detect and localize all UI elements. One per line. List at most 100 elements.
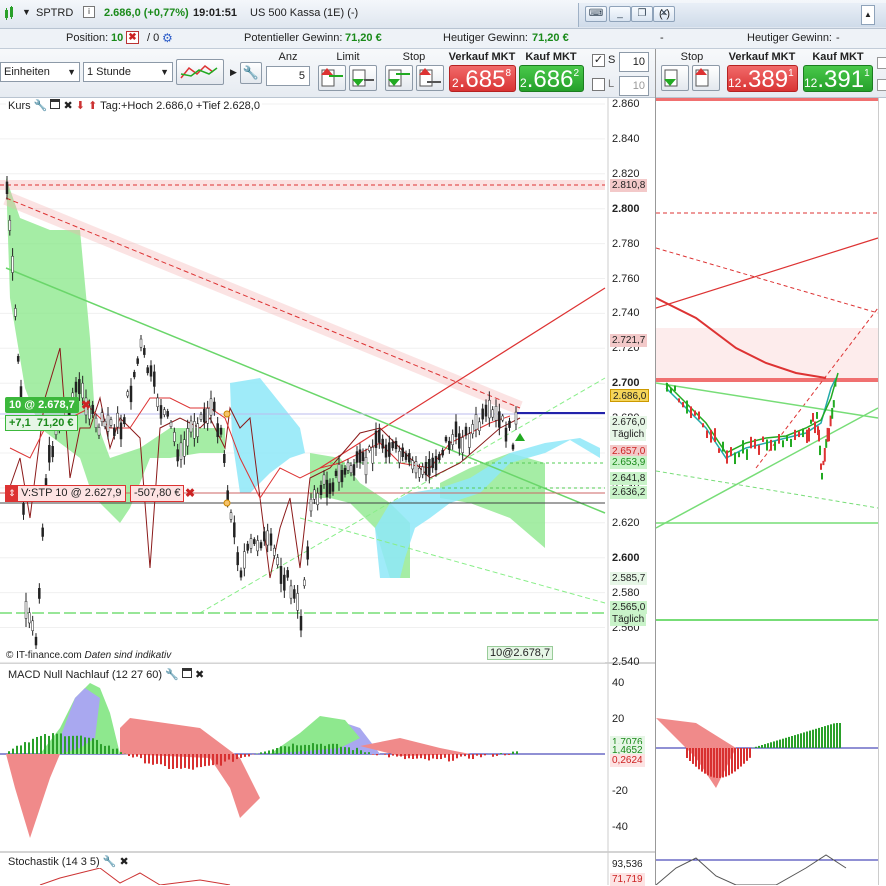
level-tag-taeglich[interactable]: Täglich (610, 428, 646, 441)
macd-bar (504, 754, 506, 755)
right-stop-sell-button[interactable] (692, 65, 720, 91)
candle (210, 399, 212, 415)
wrench-icon[interactable]: 🔧 (34, 100, 48, 112)
macd-bar (168, 754, 170, 769)
candle (247, 544, 249, 550)
info-icon[interactable]: i (83, 6, 95, 18)
limit-buy-button[interactable] (318, 65, 346, 91)
second-window-tab[interactable]: ⌨ _ ❐ ✕ (-) ▲ (578, 3, 886, 27)
macd-bar (749, 748, 751, 758)
candle (492, 410, 494, 417)
close-icon[interactable]: ✖ (195, 669, 204, 681)
current-price-tag[interactable]: 2.686,0 (610, 389, 649, 402)
candle (478, 422, 480, 431)
right-l-checkbox[interactable] (877, 79, 886, 91)
dashed-trendline[interactable] (656, 248, 878, 313)
dropdown-arrow-icon[interactable]: ▼ (22, 7, 31, 17)
indicator-button[interactable] (176, 59, 224, 85)
position-tag[interactable]: 10 @ 2.678,7 (5, 397, 79, 413)
entry-marker[interactable] (224, 411, 230, 417)
keyboard-icon[interactable]: ⌨ (585, 6, 607, 22)
right-stop-buy-button[interactable] (661, 65, 689, 91)
level-tag-2721[interactable]: 2.721,7 (610, 334, 647, 347)
interval-select[interactable]: 1 Stunde▼ (83, 62, 173, 82)
stop-checkbox[interactable]: ✓ (592, 54, 605, 67)
buy-market-button[interactable]: 2.6862 (519, 65, 584, 92)
macd-bar (304, 745, 306, 754)
level-tag-2636[interactable]: 2.636,2 (610, 486, 647, 499)
right-sell-market-button[interactable]: 12.3891 (727, 65, 798, 92)
candle (372, 447, 374, 463)
candle (290, 586, 292, 598)
candle (25, 601, 27, 618)
expand-arrow-icon[interactable]: ▶ (230, 67, 237, 78)
second-chart[interactable] (655, 98, 886, 885)
level-tag-2585[interactable]: 2.585,7 (610, 572, 647, 585)
candle (828, 428, 830, 441)
l-input[interactable]: 10 (619, 76, 649, 96)
right-s-checkbox[interactable] (877, 57, 886, 69)
macd-bar (356, 748, 358, 754)
stop-order-tag[interactable]: ⇕ V:STP 10 @ 2.627,9 (5, 485, 126, 502)
green-trendline[interactable] (656, 408, 878, 528)
restore-icon[interactable]: ❐ (631, 6, 653, 22)
symbol-label[interactable]: SPTRD (36, 7, 73, 19)
macd-bar (384, 754, 386, 755)
macd-bar (440, 754, 442, 759)
s-input[interactable]: 10 (619, 52, 649, 72)
minimize-icon[interactable]: _ (609, 6, 631, 22)
stop-buy-button[interactable] (385, 65, 413, 91)
level-tag-taeglich-2[interactable]: Täglich (610, 613, 646, 626)
candle (147, 368, 149, 373)
move-up-icon[interactable]: ⬆ (88, 100, 97, 112)
sell-market-button[interactable]: 2.6858 (449, 65, 516, 92)
macd-bar (332, 744, 334, 754)
close-icon[interactable]: ✖ (120, 856, 129, 868)
wrench-icon[interactable]: 🔧 (165, 669, 179, 681)
drag-handle-icon[interactable]: ⇕ (6, 486, 18, 501)
candle (408, 453, 410, 462)
candle (270, 534, 272, 546)
stop-sell-button[interactable] (416, 65, 444, 91)
macd-bar (788, 737, 790, 748)
move-down-icon[interactable]: ⬇ (76, 100, 85, 112)
wrench-icon[interactable]: 🔧 (103, 856, 117, 868)
scroll-up-icon[interactable]: ▲ (861, 5, 875, 25)
position-pl: +7,1 71,20 € (5, 415, 78, 431)
candle (260, 542, 262, 547)
stop-sell-icon (693, 66, 719, 90)
green-dashed-trendline[interactable] (300, 518, 605, 603)
entry-marker-label[interactable]: 10@2.678,7 (487, 646, 553, 660)
buy-arrow-icon (515, 433, 525, 441)
limit-sell-button[interactable] (349, 65, 377, 91)
cancel-stop-icon[interactable]: ✖ (185, 486, 195, 500)
level-tag-2653[interactable]: 2.653,9 (610, 456, 647, 469)
close-position-icon[interactable]: ✖ (126, 31, 139, 44)
macd-bar (328, 744, 330, 754)
main-chart[interactable]: Kurs 🔧 ✖ ⬇ ⬆ Tag:+Hoch 2.686,0 +Tief 2.6… (0, 98, 655, 885)
macd-bar (212, 754, 214, 765)
level-tag-2810[interactable]: 2.810,8 (610, 179, 647, 192)
stop-marker[interactable] (224, 500, 230, 506)
green-trendline[interactable] (656, 383, 878, 418)
level-tag-2641[interactable]: 2.641,8 (610, 472, 647, 485)
candle (9, 220, 11, 230)
close-icon[interactable]: ✖ (64, 100, 73, 112)
green-dashed-trendline[interactable] (656, 471, 878, 508)
close-position-icon[interactable]: ✖ (81, 398, 91, 412)
maximize-icon[interactable] (50, 99, 60, 109)
candle (193, 421, 195, 438)
gear-icon[interactable]: ⚙ (162, 31, 173, 45)
right-buy-market-button[interactable]: 12.3911 (803, 65, 873, 92)
wrench-button[interactable]: 🔧 (240, 62, 262, 84)
maximize-icon[interactable] (182, 668, 192, 678)
second-chart-svg[interactable] (656, 98, 886, 885)
candle (818, 430, 820, 442)
candle (157, 398, 159, 407)
candle (674, 386, 676, 391)
candle (190, 421, 192, 432)
units-select[interactable]: Einheiten▼ (0, 62, 80, 82)
anz-input[interactable]: 5 (266, 66, 310, 86)
red-trendline[interactable] (656, 238, 878, 308)
limit-checkbox[interactable] (592, 78, 605, 91)
